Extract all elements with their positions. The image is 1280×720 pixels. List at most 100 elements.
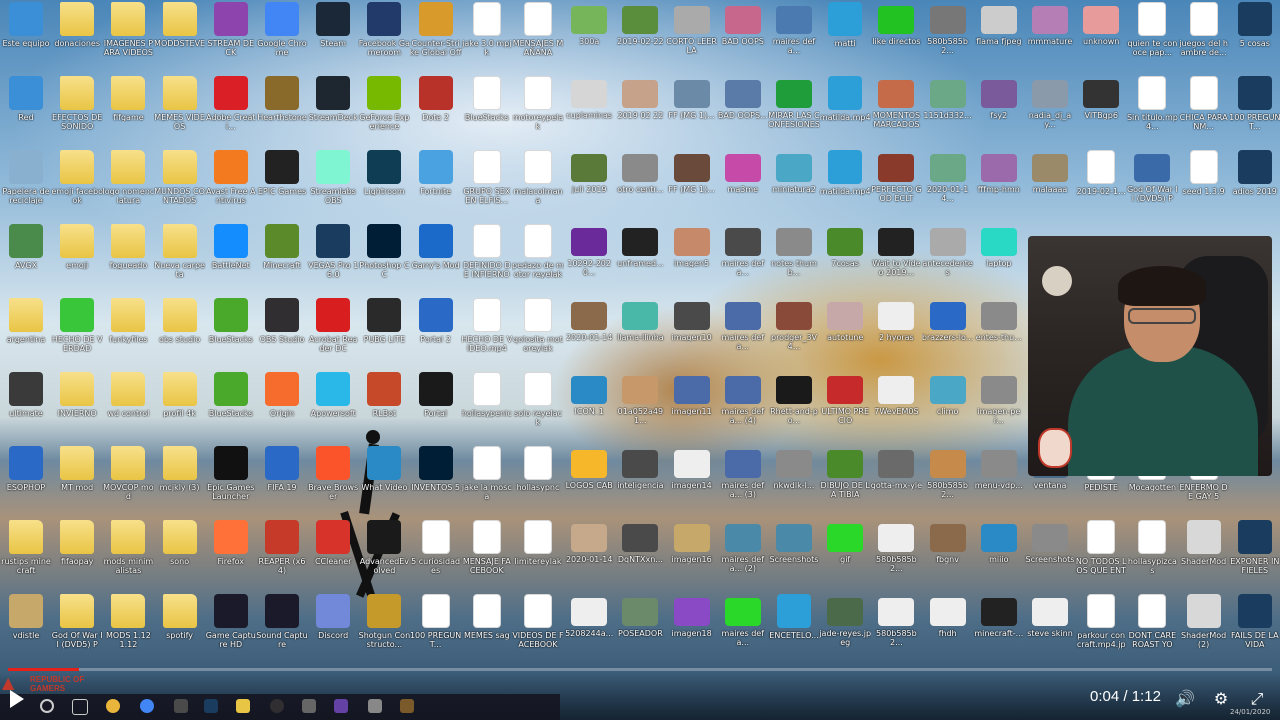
desktop-icon[interactable]: juli 2019 (563, 148, 615, 220)
desktop-icon[interactable]: cuplaminas (563, 74, 615, 146)
desktop-icon[interactable]: laptop (973, 222, 1025, 294)
desktop-icon[interactable]: MODS 1.12 1.12 (102, 592, 154, 664)
desktop-icon[interactable]: 01a052a491... (614, 370, 666, 442)
desktop-icon[interactable]: CORTO LEER LA (666, 0, 718, 72)
desktop-icon[interactable]: wd control (102, 370, 154, 442)
desktop-icon[interactable]: 10292-2020... (563, 222, 615, 294)
desktop-icon[interactable]: prodger_3V4... (768, 296, 820, 368)
desktop-icon[interactable]: notes thumb... (768, 222, 820, 294)
desktop-icon[interactable]: BlueStacks (205, 370, 257, 442)
desktop-icon[interactable]: hollasypizcas (1126, 518, 1178, 590)
desktop-icon[interactable]: BattleNet (205, 222, 257, 294)
desktop-icon[interactable]: ULTIMO PRECIO (819, 370, 871, 442)
desktop-icon[interactable]: inteligencia (614, 444, 666, 516)
desktop-icon[interactable]: 300a (563, 0, 615, 72)
desktop-icon[interactable]: seed 1.3.9 (1178, 148, 1230, 220)
desktop-icon[interactable]: maires defa... (4) (717, 370, 769, 442)
desktop-icon[interactable]: 5 curiosidades (410, 518, 462, 590)
desktop-icon[interactable]: imagen11 (666, 370, 718, 442)
desktop-icon[interactable]: MENSAJES MAÑANA (512, 0, 564, 72)
desktop-icon[interactable]: ma3me (717, 148, 769, 220)
desktop-icon[interactable]: funkyfiles (102, 296, 154, 368)
desktop-icon[interactable]: entes-thu... (973, 296, 1025, 368)
desktop-icon[interactable]: parkour con craft.mp4.jpg (1075, 592, 1127, 664)
desktop-icon[interactable]: fhdh (922, 592, 974, 664)
desktop-icon[interactable]: IMÁGENES PARA VIDEOS (102, 0, 154, 72)
desktop-icon[interactable]: Avast Free Antivirus (205, 148, 257, 220)
desktop-icon[interactable]: VITBgp6 (1075, 74, 1127, 146)
desktop-icon[interactable]: fbgnv (922, 518, 974, 590)
desktop-icon[interactable]: donaciones (51, 0, 103, 72)
desktop-icon[interactable]: NO TODOS LOS QUE ENTRA (1075, 518, 1127, 590)
desktop-icon[interactable]: hollasypenic (461, 370, 513, 442)
desktop-icon[interactable]: BAD OOPS (717, 0, 769, 72)
desktop-icon[interactable]: 2020-01-14... (922, 148, 974, 220)
desktop-icon[interactable]: miiio (973, 518, 1025, 590)
desktop-icon[interactable]: ShaderMod (2) (1178, 592, 1230, 664)
desktop-icon[interactable]: solo reyelack (512, 370, 564, 442)
desktop-icon[interactable]: profil 4k (154, 370, 206, 442)
desktop-icon[interactable]: 2020-01-14 (563, 296, 615, 368)
desktop-icon[interactable]: Apowersoft (307, 370, 359, 442)
desktop-icon[interactable]: mmmature (1024, 0, 1076, 72)
desktop-icon[interactable]: DqNTXxn... (614, 518, 666, 590)
desktop-icon[interactable]: STREAM DECK (205, 0, 257, 72)
desktop-icon[interactable]: imagen-per... (973, 370, 1025, 442)
desktop-icon[interactable]: fifaopay (51, 518, 103, 590)
desktop-icon[interactable]: imagen18 (666, 592, 718, 664)
desktop-icon[interactable]: Brave Browser (307, 444, 359, 516)
desktop-icon[interactable]: imagen14 (666, 444, 718, 516)
desktop-icon[interactable]: hollasypnc (512, 444, 564, 516)
desktop-icon[interactable]: REAPER (x64) (256, 518, 308, 590)
desktop-icon[interactable]: Game Capture HD (205, 592, 257, 664)
desktop-icon[interactable]: Wait to Video 2019... (870, 222, 922, 294)
desktop-icon[interactable]: maires defa... (3) (717, 444, 769, 516)
desktop-icon[interactable]: matilda.mp4 (819, 74, 871, 146)
desktop-icon[interactable]: Facebook Gameroom (358, 0, 410, 72)
desktop-icon[interactable]: antecedentes (922, 222, 974, 294)
desktop-icon[interactable]: juegos del hambre de... (1178, 0, 1230, 72)
desktop-icon[interactable]: 2019-02-22 (614, 0, 666, 72)
desktop-icon[interactable]: Counter-Strike Global Offensive (410, 0, 462, 72)
volume-icon[interactable]: 🔊 (1174, 688, 1196, 710)
desktop-icon[interactable]: 580b585b2... (922, 444, 974, 516)
desktop-icon[interactable]: AdvancedEvolved (358, 518, 410, 590)
desktop-icon[interactable]: 7cosas (819, 222, 871, 294)
desktop-icon[interactable]: jade-reyes.jpeg (819, 592, 871, 664)
desktop-icon[interactable]: OBS Studio (256, 296, 308, 368)
desktop-icon[interactable]: Portal (410, 370, 462, 442)
desktop-icon[interactable]: INVIERNO (51, 370, 103, 442)
desktop-icon[interactable]: pedazo de motor reyelak (512, 222, 564, 294)
desktop-icon[interactable]: llama-llinha (614, 296, 666, 368)
desktop-icon[interactable]: Photoshop CC (358, 222, 410, 294)
desktop-icon[interactable]: 2 hyoras (870, 296, 922, 368)
desktop-icon[interactable]: HECHO DE VIDEO.mp4 (461, 296, 513, 368)
desktop-icon[interactable]: INVENTOS 5 (410, 444, 462, 516)
desktop-icon[interactable]: limitereylak (512, 518, 564, 590)
desktop-icon[interactable]: motoreypelak (512, 74, 564, 146)
desktop-icon[interactable]: 5 cosas (1229, 0, 1280, 72)
desktop-icon[interactable]: MODDSTEVE (154, 0, 206, 72)
desktop-icon[interactable]: Sound Capture (256, 592, 308, 664)
play-button[interactable] (10, 690, 24, 708)
desktop-icon[interactable]: Discord (307, 592, 359, 664)
desktop-icon[interactable]: 5208244a... (563, 592, 615, 664)
desktop-icon[interactable]: MT mod (51, 444, 103, 516)
desktop-icon[interactable]: 2019 02 22 (614, 74, 666, 146)
desktop-icon[interactable]: PERFECTO GOD ECLT (870, 148, 922, 220)
desktop-icon[interactable]: RLBot (358, 370, 410, 442)
desktop-icon[interactable]: jake la mosca (461, 444, 513, 516)
desktop-icon[interactable]: What Video (358, 444, 410, 516)
desktop-icon[interactable]: malaaaa (1024, 148, 1076, 220)
desktop-icon[interactable]: 580b585b2... (870, 592, 922, 664)
desktop-icon[interactable]: argentina (0, 296, 52, 368)
desktop-icon[interactable]: Nueva carpeta (154, 222, 206, 294)
desktop-icon[interactable]: CHICA PARANM... (1178, 74, 1230, 146)
desktop-icon[interactable]: MIRAR LAS CONFESIONES (768, 74, 820, 146)
desktop-icon[interactable]: rustips minecraft (0, 518, 52, 590)
fullscreen-icon[interactable]: ⤢ (1246, 688, 1268, 710)
settings-gear-icon[interactable]: ⚙ (1210, 688, 1232, 710)
desktop-icon[interactable]: maires defa... (717, 296, 769, 368)
desktop-icon[interactable]: vdistle (0, 592, 52, 664)
desktop-icon[interactable]: Origin (256, 370, 308, 442)
